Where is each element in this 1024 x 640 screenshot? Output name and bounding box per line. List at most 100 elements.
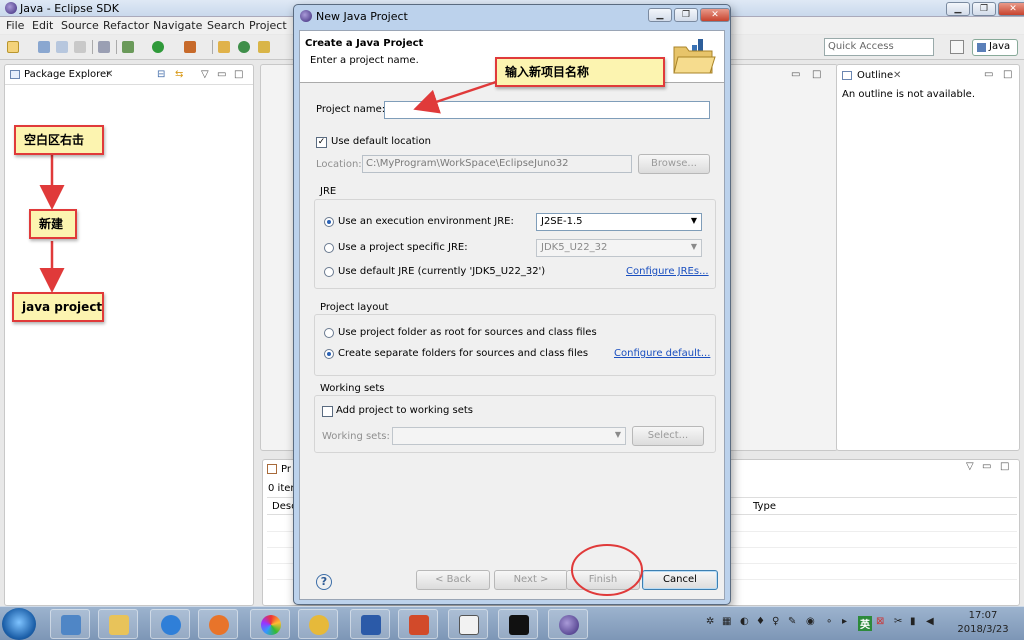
jre-env-label[interactable]: Use an execution environment JRE: — [338, 216, 514, 227]
tray-icon[interactable]: ♀ — [772, 616, 779, 627]
quick-access-input[interactable]: Quick Access — [824, 38, 934, 56]
wrench-icon[interactable]: ✎ — [788, 616, 796, 627]
menu-project[interactable]: Project — [249, 19, 287, 32]
taskbar-chart-app[interactable] — [448, 609, 488, 639]
jre-specific-label[interactable]: Use a project specific JRE: — [338, 242, 468, 253]
external-tools-icon[interactable] — [184, 41, 196, 53]
menu-file[interactable]: File — [6, 19, 24, 32]
tray-icon[interactable]: ◉ — [806, 616, 815, 627]
outline-title[interactable]: Outline — [857, 70, 893, 81]
new-icon[interactable] — [7, 41, 19, 53]
minimize-view-icon[interactable]: ▭ — [217, 69, 226, 80]
tray-icon[interactable]: ✂ — [894, 616, 902, 627]
ime-indicator[interactable]: 英 — [858, 616, 872, 631]
use-default-location-label[interactable]: Use default location — [331, 136, 431, 147]
problems-tab[interactable]: Pr — [281, 464, 291, 475]
network-icon[interactable]: ▮ — [910, 616, 916, 627]
new-class-icon[interactable] — [238, 41, 250, 53]
save-icon[interactable] — [38, 41, 50, 53]
system-clock[interactable]: 17:07 2018/3/23 — [950, 609, 1016, 637]
maximize-view-icon[interactable]: □ — [234, 69, 243, 80]
taskbar-firefox[interactable] — [198, 609, 238, 639]
add-working-sets-label[interactable]: Add project to working sets — [336, 405, 473, 416]
jre-default-label[interactable]: Use default JRE (currently 'JDK5_U22_32'… — [338, 266, 545, 277]
save-all-icon[interactable] — [56, 41, 68, 53]
help-icon[interactable]: ? — [316, 574, 332, 590]
finish-button[interactable]: Finish — [566, 570, 640, 590]
taskbar-explorer[interactable] — [98, 609, 138, 639]
editor-minimize-icon[interactable]: ▭ — [791, 69, 800, 80]
perspective-java-button[interactable]: Java — [972, 39, 1018, 56]
taskbar-ie[interactable] — [150, 609, 190, 639]
cancel-button[interactable]: Cancel — [642, 570, 718, 590]
tray-icon[interactable]: ◐ — [740, 616, 749, 627]
tray-icon[interactable]: ⊠ — [876, 616, 884, 627]
jre-env-radio[interactable] — [324, 217, 334, 227]
menu-refactor[interactable]: Refactor — [103, 19, 149, 32]
dialog-maximize-button[interactable]: ❐ — [674, 8, 698, 22]
new-package-icon[interactable] — [218, 41, 230, 53]
configure-default-link[interactable]: Configure default... — [614, 348, 710, 359]
taskbar-app-yellow[interactable] — [298, 609, 338, 639]
problems-view-menu-icon[interactable]: ▽ — [966, 461, 974, 472]
open-perspective-icon[interactable] — [950, 40, 964, 54]
tray-icon[interactable]: ✲ — [706, 616, 714, 627]
close-view-icon[interactable]: ✕ — [105, 69, 113, 80]
dialog-close-button[interactable]: ✕ — [700, 8, 730, 22]
layout-root-label[interactable]: Use project folder as root for sources a… — [338, 327, 597, 338]
location-input[interactable]: C:\MyProgram\WorkSpace\EclipseJuno32 — [362, 155, 632, 173]
view-menu-icon[interactable]: ▽ — [201, 69, 209, 80]
select-working-sets-button[interactable]: Select... — [632, 426, 704, 446]
package-explorer-tab[interactable]: Package Explorer ✕ ⊟ ⇆ ▽ ▭ □ — [5, 65, 253, 85]
taskbar-picasa[interactable] — [250, 609, 290, 639]
debug-icon[interactable] — [122, 41, 134, 53]
jre-specific-radio[interactable] — [324, 243, 334, 253]
maximize-button[interactable]: ❐ — [972, 2, 996, 16]
menu-edit[interactable]: Edit — [32, 19, 53, 32]
editor-maximize-icon[interactable]: □ — [812, 69, 821, 80]
tray-icon[interactable]: ▦ — [722, 616, 731, 627]
menu-navigate[interactable]: Navigate — [153, 19, 202, 32]
jre-specific-select[interactable]: JDK5_U22_32 ▼ — [536, 239, 702, 257]
layout-root-radio[interactable] — [324, 328, 334, 338]
menu-search[interactable]: Search — [207, 19, 245, 32]
print-icon[interactable] — [74, 41, 86, 53]
jre-env-select[interactable]: J2SE-1.5 ▼ — [536, 213, 702, 231]
toggle-icon[interactable] — [98, 41, 110, 53]
close-button[interactable]: ✕ — [998, 2, 1024, 16]
outline-panel[interactable]: Outline ✕ ▭ □ An outline is not availabl… — [836, 64, 1020, 451]
link-editor-icon[interactable]: ⇆ — [175, 69, 183, 80]
working-sets-select[interactable]: ▼ — [392, 427, 626, 445]
back-button[interactable]: < Back — [416, 570, 490, 590]
taskbar-word[interactable] — [350, 609, 390, 639]
collapse-all-icon[interactable]: ⊟ — [157, 69, 165, 80]
taskbar-cmd[interactable] — [498, 609, 538, 639]
outline-minimize-icon[interactable]: ▭ — [984, 69, 993, 80]
tray-icon[interactable]: ∘ — [826, 616, 832, 627]
jre-default-radio[interactable] — [324, 267, 334, 277]
taskbar-eclipse[interactable] — [548, 609, 588, 639]
problems-maximize-icon[interactable]: □ — [1000, 461, 1009, 472]
configure-jres-link[interactable]: Configure JREs... — [626, 266, 709, 277]
volume-icon[interactable]: ◀ — [926, 616, 934, 627]
use-default-location-checkbox[interactable]: ✓ — [316, 137, 327, 148]
layout-separate-label[interactable]: Create separate folders for sources and … — [338, 348, 588, 359]
column-type[interactable]: Type — [753, 501, 776, 512]
taskbar-computer[interactable] — [50, 609, 90, 639]
outline-close-icon[interactable]: ✕ — [893, 70, 901, 81]
minimize-button[interactable]: ▁ — [946, 2, 970, 16]
tray-icon[interactable]: ▸ — [842, 616, 847, 627]
problems-minimize-icon[interactable]: ▭ — [982, 461, 991, 472]
next-button[interactable]: Next > — [494, 570, 568, 590]
outline-maximize-icon[interactable]: □ — [1003, 69, 1012, 80]
start-button[interactable] — [2, 608, 36, 640]
open-type-icon[interactable] — [258, 41, 270, 53]
add-working-sets-checkbox[interactable] — [322, 406, 333, 417]
tray-icon[interactable]: ♦ — [756, 616, 765, 627]
browse-button[interactable]: Browse... — [638, 154, 710, 174]
project-name-input[interactable] — [384, 101, 710, 119]
layout-separate-radio[interactable] — [324, 349, 334, 359]
dialog-minimize-button[interactable]: ▁ — [648, 8, 672, 22]
taskbar-powerpoint[interactable] — [398, 609, 438, 639]
run-icon[interactable] — [152, 41, 164, 53]
